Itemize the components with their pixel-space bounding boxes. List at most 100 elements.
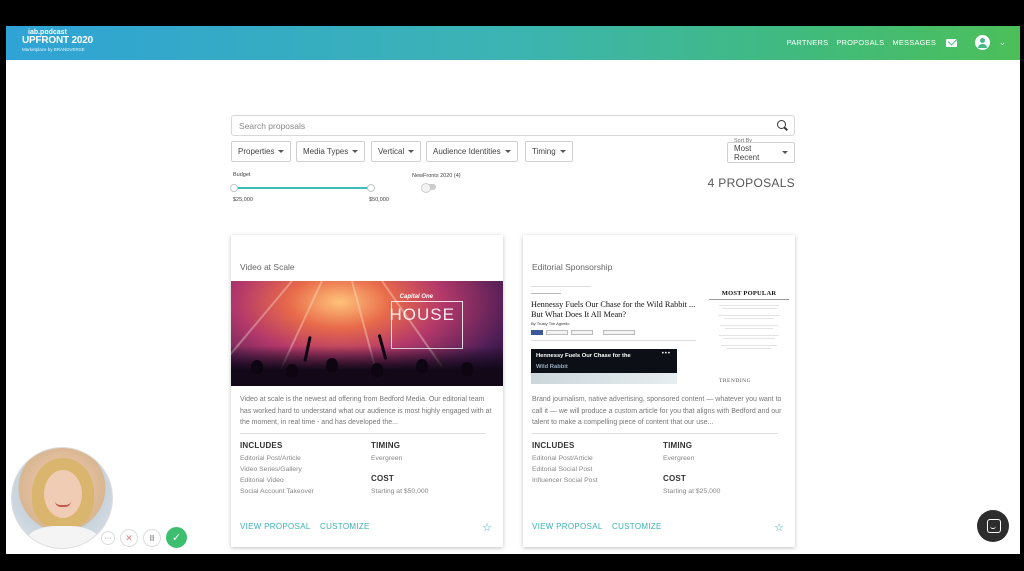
nav-messages[interactable]: MESSAGES: [892, 38, 936, 47]
timing-title: TIMING: [663, 441, 693, 450]
budget-label: Budget: [233, 172, 251, 178]
share-button: [546, 330, 568, 335]
includes-list: Editorial Post/Article Video Series/Gall…: [240, 453, 314, 497]
budget-max-value: $50,000: [369, 197, 389, 203]
includes-item: Video Series/Gallery: [240, 466, 302, 473]
article-kicker: [531, 293, 561, 294]
video-title-2: Wild Rabbit: [536, 364, 568, 370]
view-proposal-link[interactable]: VIEW PROPOSAL: [532, 522, 603, 531]
filter-audience-identities[interactable]: Audience Identities: [426, 141, 518, 162]
filter-label: Media Types: [303, 147, 349, 156]
user-circle-icon[interactable]: [975, 35, 991, 50]
filter-label: Audience Identities: [433, 147, 501, 156]
chevron-down-icon[interactable]: ⌄: [999, 38, 1006, 47]
timing-title: TIMING: [371, 441, 401, 450]
card-image-article[interactable]: Hennessy Fuels Our Chase for the Wild Ra…: [523, 281, 795, 386]
article-video: Hennessy Fuels Our Chase for the ••• Wil…: [531, 349, 677, 384]
timing-value: Evergreen: [663, 455, 695, 462]
chat-launcher-icon[interactable]: [977, 510, 1009, 542]
side-text-line: [719, 305, 779, 306]
filter-properties[interactable]: Properties: [231, 141, 292, 162]
includes-item: Social Account Takeover: [240, 488, 314, 495]
proposal-card[interactable]: Video at Scale Capital One HOUSE Video a…: [231, 235, 503, 547]
crowd-head: [251, 360, 263, 374]
view-proposal-link[interactable]: VIEW PROPOSAL: [240, 522, 311, 531]
side-text-line: [724, 318, 774, 319]
crowd-head: [461, 362, 473, 376]
includes-title: INCLUDES: [532, 441, 575, 450]
app-frame: iab.podcast UPFRONT 2020 Marketplace by …: [6, 26, 1020, 554]
budget-slider-max-handle[interactable]: [367, 184, 375, 192]
article-headline: Hennessy Fuels Our Chase for the Wild Ra…: [531, 300, 696, 319]
article-byline: By Trusty Tim Agnello: [531, 321, 570, 326]
crowd-head: [416, 359, 428, 373]
budget-slider-min-handle[interactable]: [230, 184, 238, 192]
close-button[interactable]: ✕: [120, 529, 138, 547]
most-popular-sidebar: MOST POPULAR: [709, 290, 789, 349]
side-text-line: [727, 348, 771, 349]
logo[interactable]: iab.podcast UPFRONT 2020 Marketplace by …: [22, 29, 93, 52]
caret-down-icon: [352, 150, 359, 153]
card-category: Video at Scale: [240, 262, 295, 272]
card-description: Video at scale is the newest ad offering…: [240, 396, 492, 426]
sort-value: Most Recent: [734, 143, 760, 162]
top-nav: PARTNERS PROPOSALS MESSAGES ⌄: [787, 35, 1006, 50]
cost-value: Starting at $50,000: [371, 488, 429, 495]
side-text-line: [719, 335, 779, 336]
nav-proposals[interactable]: PROPOSALS: [836, 38, 884, 47]
more-dots-icon: •••: [661, 351, 671, 357]
customize-link[interactable]: CUSTOMIZE: [612, 522, 662, 531]
presenter-video-avatar: [11, 447, 113, 549]
caret-down-icon: [559, 150, 566, 153]
budget-min-value: $25,000: [233, 197, 253, 203]
card-image-concert[interactable]: Capital One HOUSE: [231, 281, 503, 386]
side-text-line: [721, 345, 777, 346]
customize-link[interactable]: CUSTOMIZE: [320, 522, 370, 531]
star-icon[interactable]: ☆: [774, 521, 784, 534]
concert-photo: Capital One HOUSE: [231, 281, 503, 386]
newfronts-label: NewFronts 2020 (4): [412, 173, 461, 179]
includes-list: Editorial Post/Article Editorial Social …: [532, 453, 598, 486]
card-divider: [532, 433, 778, 434]
cost-title: COST: [663, 474, 687, 483]
search-input[interactable]: [232, 116, 752, 135]
cost-value: Starting at $25,000: [663, 488, 721, 495]
filter-media-types[interactable]: Media Types: [296, 141, 366, 162]
budget-slider-track[interactable]: [235, 187, 372, 189]
side-text-line: [721, 308, 777, 309]
caret-down-icon: [504, 150, 511, 153]
video-title: Hennessy Fuels Our Chase for the: [536, 353, 631, 359]
confirm-button[interactable]: ✓: [166, 527, 187, 548]
timing-value: Evergreen: [371, 455, 403, 462]
stage-sign-brand: Capital One: [399, 294, 433, 300]
crowd-head: [371, 363, 383, 377]
avatar-face: [44, 470, 82, 518]
nav-partners[interactable]: PARTNERS: [787, 38, 829, 47]
includes-item: Editorial Post/Article: [240, 455, 301, 462]
newfronts-toggle[interactable]: [421, 182, 436, 193]
proposal-card[interactable]: Editorial Sponsorship Hennessy Fuels Our…: [523, 235, 795, 547]
top-bar: iab.podcast UPFRONT 2020 Marketplace by …: [6, 26, 1020, 60]
filter-timing[interactable]: Timing: [525, 141, 573, 162]
mail-icon[interactable]: [946, 38, 958, 47]
logo-line-2: UPFRONT 2020: [22, 35, 93, 46]
caret-down-icon: [782, 151, 788, 154]
search-icon[interactable]: [777, 120, 786, 129]
card-divider: [240, 433, 486, 434]
sort-select[interactable]: Most Recent: [727, 142, 795, 163]
more-options-button[interactable]: ···: [101, 531, 115, 545]
pause-button[interactable]: II: [143, 529, 161, 547]
avatar-shirt: [26, 526, 100, 548]
caret-down-icon: [278, 150, 285, 153]
caret-down-icon: [408, 150, 415, 153]
comments-button: [603, 330, 635, 335]
side-text-line: [720, 325, 778, 326]
star-icon[interactable]: ☆: [482, 521, 492, 534]
search-bar: [231, 115, 795, 136]
card-description: Brand journalism, native advertising, sp…: [532, 396, 782, 426]
trending-label: TRENDING: [719, 378, 752, 384]
most-popular-title: MOST POPULAR: [709, 290, 789, 300]
filter-vertical[interactable]: Vertical: [371, 141, 422, 162]
side-text-line: [723, 338, 775, 339]
logo-line-3: Marketplace by BRANDVERSE: [22, 47, 85, 52]
